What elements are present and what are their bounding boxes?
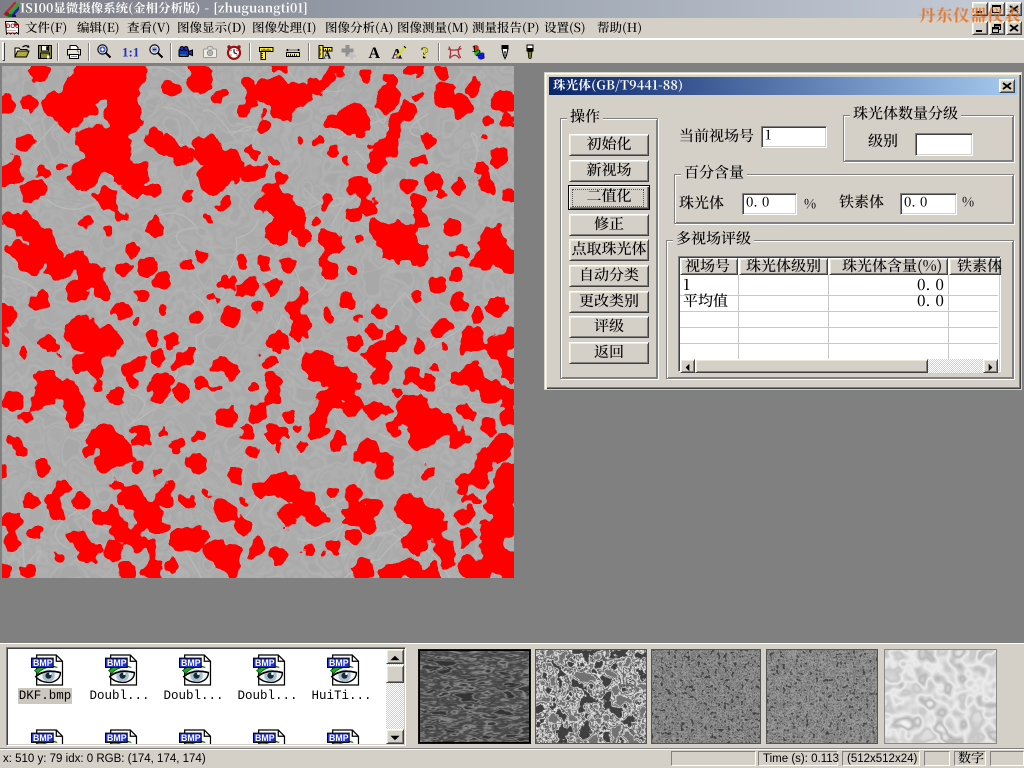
svg-text:1:1: 1:1 xyxy=(122,45,138,60)
svg-text:3: 3 xyxy=(480,51,485,60)
svg-text:A: A xyxy=(324,51,332,61)
svg-text:A: A xyxy=(369,45,381,60)
svg-text:DOC: DOC xyxy=(6,24,20,30)
svg-text:?: ? xyxy=(422,45,429,60)
